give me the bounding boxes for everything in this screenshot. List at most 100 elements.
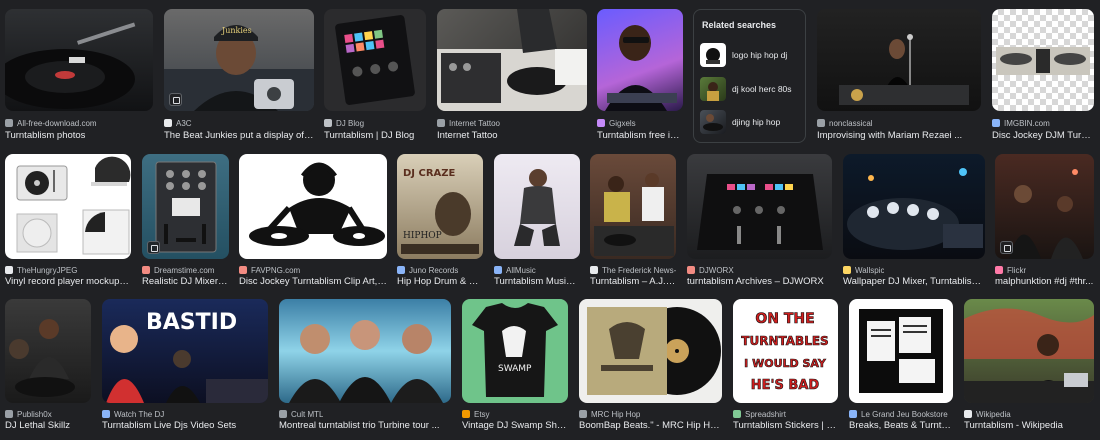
- result-source: A3C: [164, 117, 192, 129]
- result-title[interactable]: Disc Jockey DJM Turnta...: [992, 130, 1094, 143]
- result-title[interactable]: Turntablism Music ...: [494, 276, 580, 289]
- result-card[interactable]: SWAMP Etsy Vintage DJ Swamp Shirt ...: [462, 299, 568, 433]
- source-label: Internet Tattoo: [449, 118, 500, 128]
- result-image[interactable]: [142, 154, 229, 259]
- source-label: All-free-download.com: [17, 118, 97, 128]
- result-image[interactable]: BASTID: [102, 299, 268, 403]
- result-card[interactable]: Le Grand Jeu Bookstore Breaks, Beats & T…: [849, 299, 953, 433]
- result-card[interactable]: Flickr malphunktion #dj #thr...: [995, 154, 1094, 288]
- result-source: Watch The DJ: [102, 408, 164, 420]
- related-search-item[interactable]: logo hip hop dj: [700, 42, 800, 68]
- result-card[interactable]: Dreamstime.com Realistic DJ Mixer f...: [142, 154, 229, 288]
- result-source: The Frederick News-...: [590, 264, 676, 276]
- favicon-icon: [239, 266, 247, 274]
- favicon-icon: [279, 410, 287, 418]
- source-label: Dreamstime.com: [154, 265, 215, 275]
- result-image[interactable]: [279, 299, 451, 403]
- sticker-line-3: I WOULD SAY: [744, 357, 827, 370]
- result-card[interactable]: All-free-download.com Turntablism photos: [5, 9, 153, 143]
- result-title[interactable]: BoomBap Beats." - MRC Hip Hop ...: [579, 420, 722, 433]
- favicon-icon: [5, 119, 13, 127]
- result-card[interactable]: Junkies A3C The Beat Junkies put a displ…: [164, 9, 314, 143]
- favicon-icon: [579, 410, 587, 418]
- related-search-label: dj kool herc 80s: [732, 84, 792, 94]
- source-label: TheHungryJPEG: [17, 265, 78, 275]
- result-card[interactable]: Internet Tattoo Internet Tattoo: [437, 9, 587, 143]
- result-image[interactable]: [849, 299, 953, 403]
- result-card[interactable]: DJ CRAZE HIPHOP Juno Records Hip Hop Drum…: [397, 154, 483, 288]
- source-label: Gigxels: [609, 118, 636, 128]
- related-search-item[interactable]: dj kool herc 80s: [700, 76, 800, 102]
- result-card[interactable]: The Frederick News-... Turntablism – A.J…: [590, 154, 676, 288]
- result-card[interactable]: Publish0x DJ Lethal Skillz: [5, 299, 91, 433]
- result-image[interactable]: [5, 9, 153, 111]
- result-image[interactable]: [5, 299, 91, 403]
- result-title[interactable]: Turntablism free im...: [597, 130, 683, 143]
- result-image[interactable]: [817, 9, 981, 111]
- result-card[interactable]: BASTID Watch The DJ Turntablism Live Djs…: [102, 299, 268, 433]
- result-title[interactable]: Turntablism Stickers | Un...: [733, 420, 838, 433]
- result-card[interactable]: DJWORX turntablism Archives – DJWORX: [687, 154, 832, 288]
- favicon-icon: [843, 266, 851, 274]
- favicon-icon: [5, 410, 13, 418]
- result-image[interactable]: DJ CRAZE HIPHOP: [397, 154, 483, 259]
- result-title[interactable]: Turntablism – A.J. ...: [590, 276, 676, 289]
- result-image[interactable]: [964, 299, 1094, 403]
- result-title[interactable]: turntablism Archives – DJWORX: [687, 276, 824, 289]
- result-image[interactable]: [239, 154, 387, 259]
- result-title[interactable]: Wallpaper DJ Mixer, Turntablism, Di...: [843, 276, 985, 289]
- result-source: IMGBIN.com: [992, 117, 1050, 129]
- result-image[interactable]: [324, 9, 426, 111]
- result-image[interactable]: Junkies: [164, 9, 314, 111]
- result-card[interactable]: MRC Hip Hop BoomBap Beats." - MRC Hip Ho…: [579, 299, 722, 433]
- result-image[interactable]: [687, 154, 832, 259]
- result-title[interactable]: Internet Tattoo: [437, 130, 498, 143]
- banner-text: BASTID: [146, 310, 237, 335]
- result-title[interactable]: Turntablism | DJ Blog: [324, 130, 414, 143]
- result-image[interactable]: SWAMP: [462, 299, 568, 403]
- cover-text-hiphop: HIPHOP: [403, 231, 442, 241]
- result-card[interactable]: DJ Blog Turntablism | DJ Blog: [324, 9, 426, 143]
- related-search-label: djing hip hop: [732, 117, 781, 127]
- favicon-icon: [964, 410, 972, 418]
- result-title[interactable]: Turntablism - Wikipedia: [964, 420, 1063, 433]
- result-image[interactable]: [579, 299, 722, 403]
- result-card[interactable]: ON THE TURNTABLES I WOULD SAY HE'S BAD Spre…: [733, 299, 838, 433]
- result-title[interactable]: Disc Jockey Turntablism Clip Art, P...: [239, 276, 387, 289]
- result-image[interactable]: [5, 154, 131, 259]
- result-card[interactable]: IMGBIN.com Disc Jockey DJM Turnta...: [992, 9, 1094, 143]
- result-title[interactable]: Breaks, Beats & Turntabli...: [849, 420, 953, 433]
- source-label: DJ Blog: [336, 118, 365, 128]
- result-title[interactable]: Turntablism photos: [5, 130, 85, 143]
- result-image[interactable]: [437, 9, 587, 111]
- result-image[interactable]: [992, 9, 1094, 111]
- result-card[interactable]: nonclassical Improvising with Mariam Rez…: [817, 9, 981, 143]
- result-card[interactable]: Cult MTL Montreal turntablist trio Turbi…: [279, 299, 451, 433]
- result-title[interactable]: DJ Lethal Skillz: [5, 420, 70, 433]
- result-title[interactable]: Vintage DJ Swamp Shirt ...: [462, 420, 568, 433]
- result-card[interactable]: TheHungryJPEG Vinyl record player mockup…: [5, 154, 131, 288]
- source-label: Spreadshirt: [745, 409, 786, 419]
- result-image[interactable]: [590, 154, 676, 259]
- related-search-item[interactable]: djing hip hop: [700, 109, 800, 135]
- result-title[interactable]: Improvising with Mariam Rezaei ...: [817, 130, 962, 143]
- result-title[interactable]: malphunktion #dj #thr...: [995, 276, 1093, 289]
- source-label: MRC Hip Hop: [591, 409, 641, 419]
- result-image[interactable]: [494, 154, 580, 259]
- result-card[interactable]: Wikipedia Turntablism - Wikipedia: [964, 299, 1094, 433]
- result-card[interactable]: AllMusic Turntablism Music ...: [494, 154, 580, 288]
- result-title[interactable]: Hip Hop Drum & Ba...: [397, 276, 483, 289]
- result-title[interactable]: Realistic DJ Mixer f...: [142, 276, 229, 289]
- result-title[interactable]: Turntablism Live Djs Video Sets: [102, 420, 236, 433]
- source-label: Wallspic: [855, 265, 885, 275]
- result-image[interactable]: [597, 9, 683, 111]
- result-title[interactable]: Montreal turntablist trio Turbine tour .…: [279, 420, 440, 433]
- result-image[interactable]: ON THE TURNTABLES I WOULD SAY HE'S BAD: [733, 299, 838, 403]
- result-title[interactable]: Vinyl record player mockup. Re...: [5, 276, 131, 289]
- result-image[interactable]: [995, 154, 1094, 259]
- result-card[interactable]: FAVPNG.com Disc Jockey Turntablism Clip …: [239, 154, 387, 288]
- result-card[interactable]: Gigxels Turntablism free im...: [597, 9, 683, 143]
- result-image[interactable]: [843, 154, 985, 259]
- result-card[interactable]: Wallspic Wallpaper DJ Mixer, Turntablism…: [843, 154, 985, 288]
- result-title[interactable]: The Beat Junkies put a display of tru...: [164, 130, 314, 143]
